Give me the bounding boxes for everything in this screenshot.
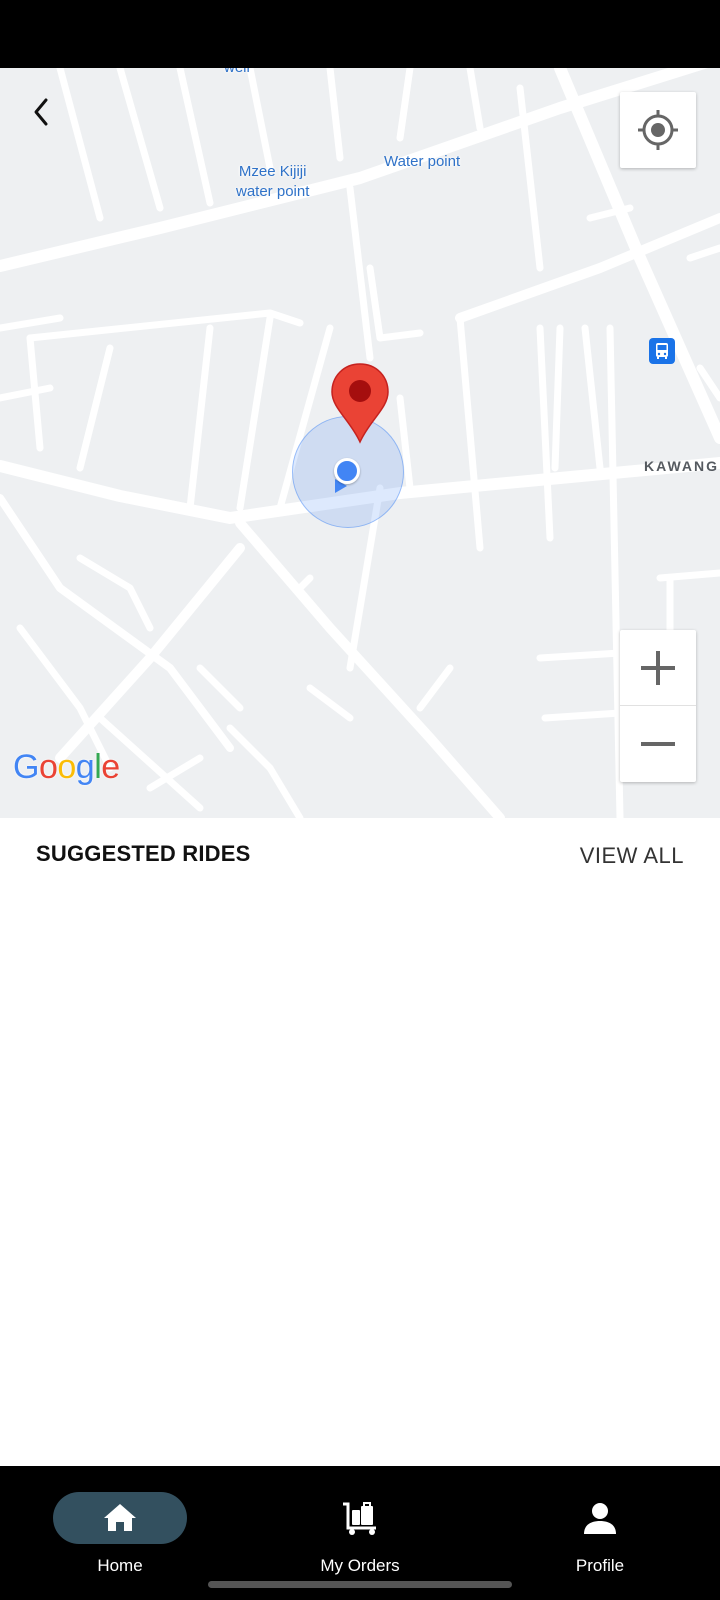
nav-item-profile[interactable]: Profile — [500, 1478, 700, 1578]
minus-icon — [641, 742, 675, 746]
map-pin-icon[interactable] — [330, 362, 390, 444]
status-bar — [0, 0, 720, 68]
my-location-button[interactable] — [620, 92, 696, 168]
nav-item-home[interactable]: Home — [20, 1478, 220, 1578]
luggage-cart-icon — [343, 1502, 376, 1535]
bus-stop-icon[interactable] — [649, 338, 675, 364]
nav-label-home: Home — [97, 1556, 143, 1575]
person-icon — [584, 1503, 616, 1534]
home-icon — [104, 1504, 136, 1531]
chevron-left-icon[interactable] — [22, 92, 62, 132]
zoom-in-button[interactable] — [620, 630, 696, 706]
current-location-dot — [334, 458, 360, 484]
poi-label-mzee-kijiji: Mzee Kijiji water point — [236, 163, 310, 200]
nav-label-profile: Profile — [575, 1556, 625, 1575]
zoom-controls — [620, 630, 696, 782]
view-all-link[interactable]: VIEW ALL — [580, 843, 684, 869]
suggested-rides-title: SUGGESTED RIDES — [36, 841, 251, 866]
my-location-icon — [638, 110, 678, 150]
nav-label-my-orders: My Orders — [320, 1556, 400, 1575]
google-attribution-logo: Google — [13, 748, 120, 786]
bottom-navigation: Home My Orders Profile — [0, 1466, 720, 1600]
street-label: KAWANG — [644, 458, 719, 474]
zoom-out-button[interactable] — [620, 706, 696, 782]
plus-icon — [641, 651, 675, 685]
poi-label-water-point: Water point — [384, 153, 461, 170]
poi-label-well: well — [224, 68, 250, 78]
map-view[interactable]: well Mzee Kijiji water point Water point… — [0, 68, 720, 818]
gesture-handle — [208, 1581, 512, 1588]
nav-item-my-orders[interactable]: My Orders — [260, 1478, 460, 1578]
